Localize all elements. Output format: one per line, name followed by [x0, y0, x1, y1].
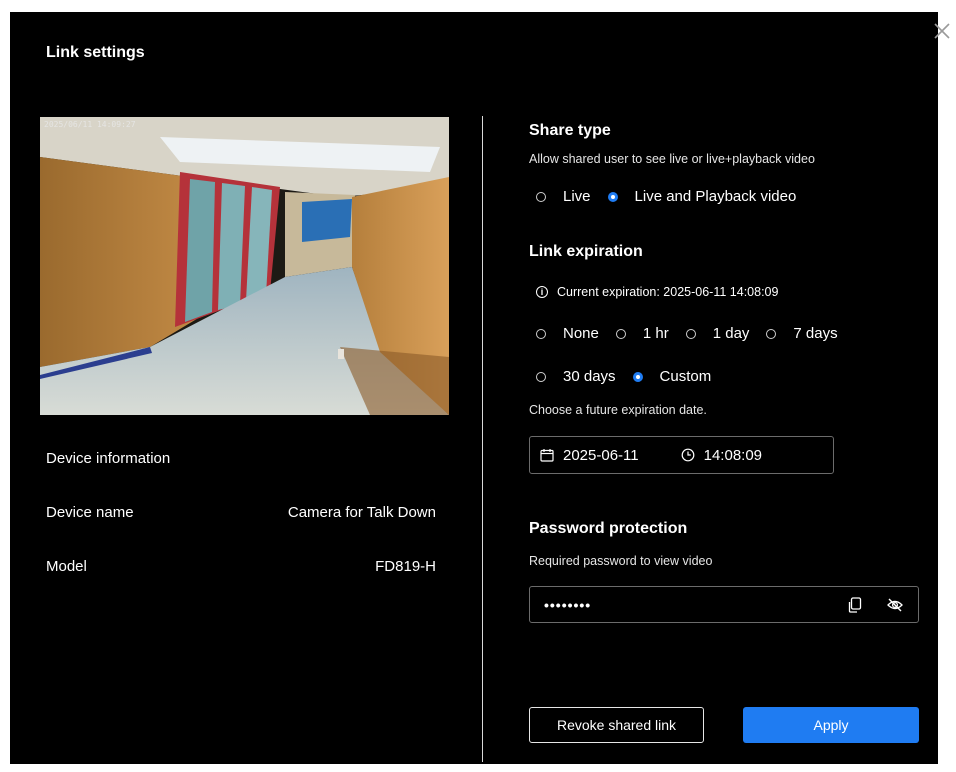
radio-indicator	[615, 328, 626, 339]
model-row: Model FD819-H	[46, 558, 436, 575]
model-label: Model	[46, 558, 87, 575]
share-type-description: Allow shared user to see live or live+pl…	[529, 152, 815, 166]
radio-live-and-playback[interactable]: Live and Playback video	[607, 188, 797, 205]
model-value: FD819-H	[375, 558, 436, 575]
device-information-heading: Device information	[46, 450, 436, 467]
info-icon: i	[536, 286, 548, 298]
link-expiration-title: Link expiration	[529, 243, 643, 260]
date-value: 2025-06-11	[563, 446, 639, 464]
radio-indicator	[766, 328, 777, 339]
device-name-row: Device name Camera for Talk Down	[46, 504, 436, 521]
radio-1-hr[interactable]: 1 hr	[615, 325, 669, 342]
password-masked-value: ••••••••	[544, 596, 592, 613]
radio-live-and-playback-label: Live and Playback video	[634, 188, 797, 205]
apply-button[interactable]: Apply	[743, 707, 919, 743]
close-icon[interactable]	[931, 20, 953, 42]
radio-1-hr-label: 1 hr	[642, 325, 669, 342]
radio-7-days[interactable]: 7 days	[766, 325, 838, 342]
device-information-label: Device information	[46, 450, 171, 467]
radio-indicator-selected	[632, 371, 643, 382]
radio-live[interactable]: Live	[536, 188, 591, 205]
radio-30-days-label: 30 days	[563, 368, 616, 385]
vertical-divider	[482, 116, 483, 762]
radio-indicator	[536, 371, 546, 382]
date-segment[interactable]: 2025-06-11	[540, 447, 639, 464]
radio-indicator	[685, 328, 696, 339]
radio-live-label: Live	[563, 188, 591, 205]
radio-custom-label: Custom	[659, 368, 712, 385]
password-description: Required password to view video	[529, 554, 713, 568]
radio-indicator-selected	[607, 191, 618, 202]
current-expiration-text: Current expiration: 2025-06-11 14:08:09	[557, 285, 779, 299]
radio-none[interactable]: None	[536, 325, 599, 342]
link-settings-dialog: Link settings 2025/06/11 14:09:27 Device…	[10, 12, 938, 764]
password-protection-title: Password protection	[529, 520, 688, 537]
radio-1-day-label: 1 day	[712, 325, 750, 342]
camera-preview-image: 2025/06/11 14:09:27	[40, 117, 449, 415]
radio-none-label: None	[563, 325, 599, 342]
password-input[interactable]: ••••••••	[529, 586, 919, 623]
share-type-options: Live Live and Playback video	[536, 188, 813, 205]
expiration-hint: Choose a future expiration date.	[529, 403, 707, 417]
expiration-datetime-picker[interactable]: 2025-06-11 14:08:09	[529, 436, 834, 474]
dialog-title: Link settings	[46, 44, 145, 61]
current-expiration: i Current expiration: 2025-06-11 14:08:0…	[536, 285, 778, 299]
share-type-title: Share type	[529, 122, 611, 139]
revoke-shared-link-button[interactable]: Revoke shared link	[529, 707, 704, 743]
radio-30-days[interactable]: 30 days	[536, 368, 616, 385]
calendar-icon	[540, 449, 554, 462]
radio-7-days-label: 7 days	[793, 325, 838, 342]
device-name-label: Device name	[46, 504, 134, 521]
copy-icon[interactable]	[846, 596, 864, 614]
time-value: 14:08:09	[703, 446, 763, 464]
radio-indicator	[536, 191, 546, 202]
time-segment[interactable]: 14:08:09	[681, 447, 762, 464]
expiration-options-row-1: None 1 hr 1 day 7 days	[536, 325, 855, 342]
device-name-value: Camera for Talk Down	[287, 504, 436, 521]
video-timestamp-overlay: 2025/06/11 14:09:27	[44, 120, 136, 129]
radio-1-day[interactable]: 1 day	[685, 325, 750, 342]
radio-indicator	[536, 328, 546, 339]
expiration-options-row-2: 30 days Custom	[536, 368, 728, 385]
eye-off-icon[interactable]	[886, 596, 904, 614]
clock-icon	[681, 448, 695, 462]
radio-custom[interactable]: Custom	[632, 368, 712, 385]
